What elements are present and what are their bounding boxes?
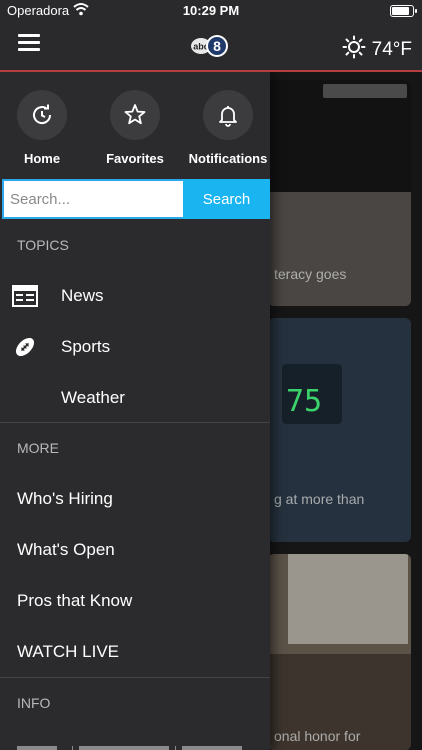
search-input[interactable] [2,179,183,219]
menu-item-whats-open[interactable]: What's Open [0,527,270,573]
battery-icon [390,5,417,17]
more-heading: MORE [17,440,59,456]
menu-item-news[interactable]: News [0,273,270,319]
news-card-caption: onal honor for [274,728,361,744]
temperature-label: 74°F [371,39,412,60]
football-icon [0,335,50,359]
favorites-label: Favorites [106,151,164,166]
news-card[interactable]: teracy goes [268,80,411,306]
menu-item-label: Pros that Know [17,591,133,610]
abc8-logo: abc 8 [190,34,230,58]
menu-item-label: WATCH LIVE [17,642,120,661]
search-bar: Search [2,179,270,219]
favorites-button[interactable]: Favorites [90,90,180,166]
menu-item-label: What's Open [17,540,115,559]
menu-item-weather[interactable]: Weather [0,375,270,421]
app-header: abc 8 74°F [0,22,422,70]
home-label: Home [23,151,61,166]
section-divider [0,422,270,423]
quick-actions: Home Favorites Notifications [0,90,270,180]
news-card[interactable]: 75 g at more than [268,318,411,542]
svg-text:8: 8 [213,38,221,54]
menu-item-label: News [61,286,104,305]
star-icon [110,90,160,140]
news-card-caption: teracy goes [274,266,347,282]
clock-time: 10:29 PM [182,3,240,18]
menu-item-pros-that-know[interactable]: Pros that Know [0,578,270,624]
hamburger-icon[interactable] [18,34,40,52]
topics-heading: TOPICS [17,237,69,253]
weather-widget[interactable]: 74°F [342,35,412,65]
info-links-row [17,740,257,750]
menu-item-sports[interactable]: Sports [0,324,270,370]
news-card-image-text: 75 [286,384,323,419]
bell-icon [203,90,253,140]
newspaper-icon [0,285,50,307]
news-card[interactable]: onal honor for [268,554,411,750]
side-drawer: Home Favorites Notifications Search... S… [0,72,270,750]
header-divider [0,70,422,72]
menu-item-label: Who's Hiring [17,489,113,508]
notifications-button[interactable]: Notifications [183,90,273,166]
menu-item-label: Weather [61,388,125,407]
menu-item-whos-hiring[interactable]: Who's Hiring [0,476,270,522]
info-heading: INFO [17,695,51,711]
home-button[interactable]: Home [0,90,87,166]
sun-icon [342,35,366,65]
menu-item-watch-live[interactable]: WATCH LIVE [0,629,270,675]
notifications-label: Notifications [188,151,268,166]
status-bar: Operadora 10:29 PM [0,0,422,22]
section-divider [0,677,270,678]
search-button[interactable]: Search [183,179,270,219]
history-icon [17,90,67,140]
menu-item-label: Sports [61,337,111,356]
news-card-caption: g at more than [274,491,365,507]
